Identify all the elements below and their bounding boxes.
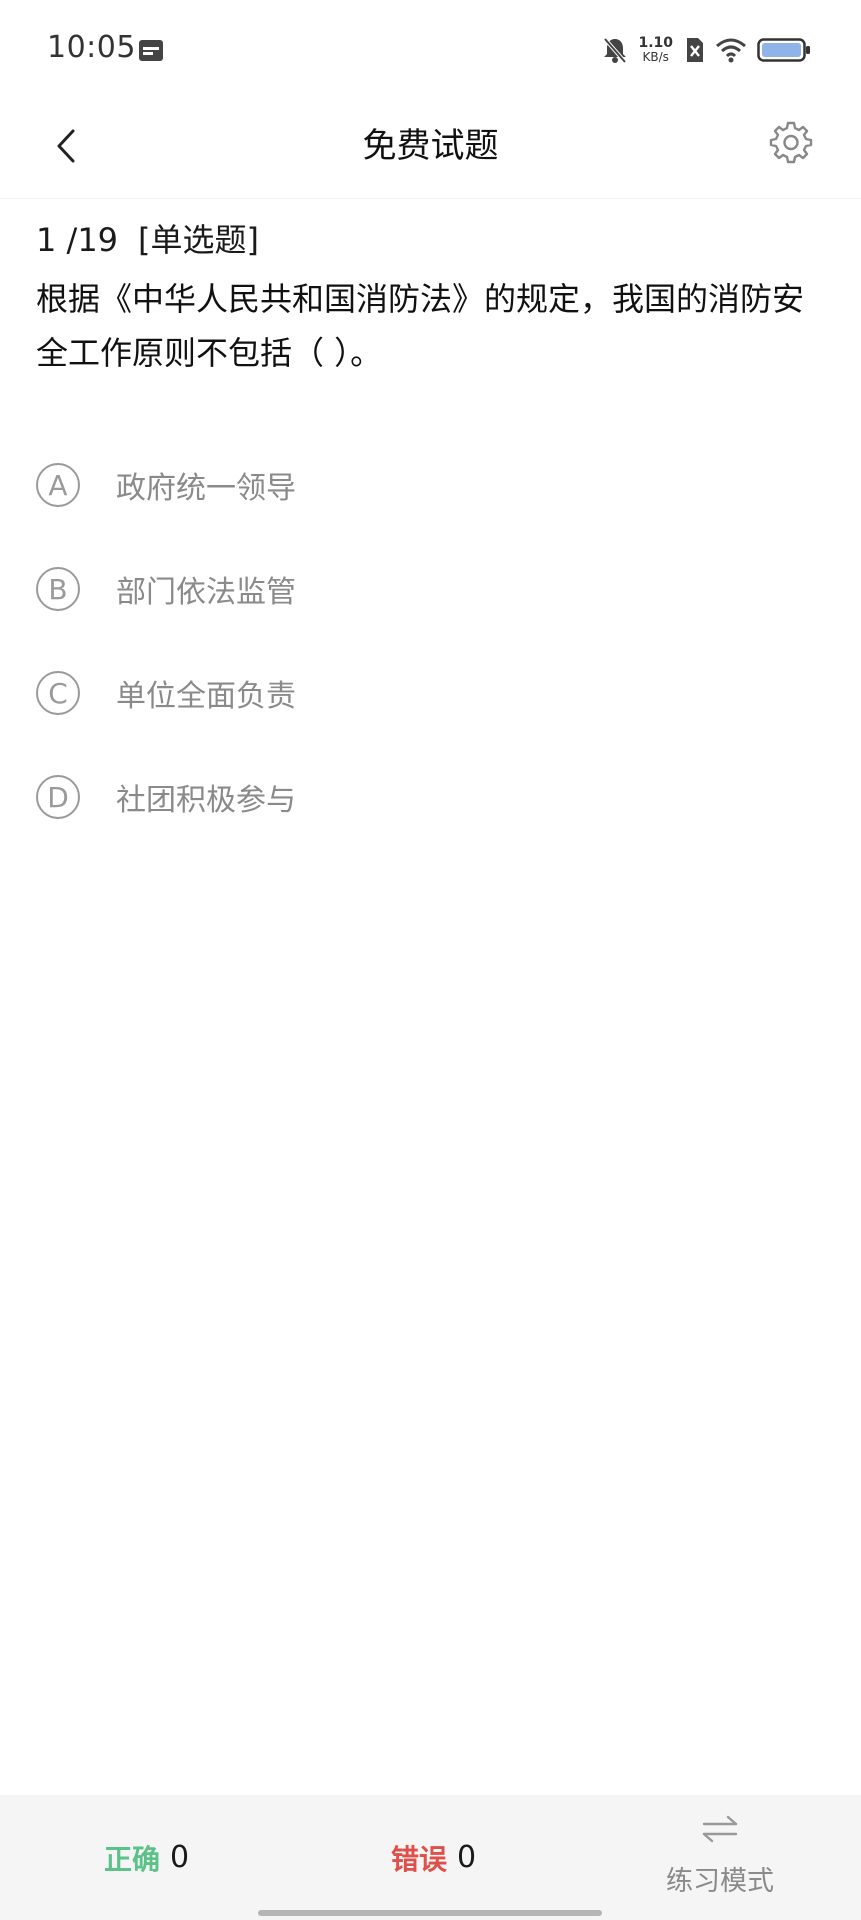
network-speed: 1.10 KB/s [638, 36, 673, 64]
question-number: 1 /19 [36, 221, 119, 259]
wrong-count: 0 [457, 1840, 477, 1875]
correct-count: 0 [170, 1840, 190, 1875]
correct-label: 正确 [104, 1842, 161, 1876]
option-label: 单位全面负责 [116, 679, 296, 714]
speed-value: 1.10 [638, 35, 673, 51]
speed-unit: KB/s [642, 50, 669, 64]
page-title: 免费试题 [362, 126, 499, 166]
option-label: 部门依法监管 [116, 575, 296, 610]
option-label: 社团积极参与 [116, 783, 296, 818]
options-list: A 政府统一领导 B 部门依法监管 C 单位全面负责 D 社团积极参与 [36, 433, 826, 849]
gear-icon [769, 121, 813, 164]
bottom-bar: 正确 0 错误 0 练习模式 [0, 1795, 861, 1920]
settings-button[interactable] [765, 116, 817, 168]
question-text: 根据《中华人民共和国消防法》的规定，我国的消防安全工作原则不包括（ ）。 [36, 280, 805, 372]
option-letter: C [36, 671, 80, 715]
option-d[interactable]: D 社团积极参与 [36, 745, 826, 849]
status-bar: 10:05 1.10 KB/s [0, 0, 861, 100]
swap-arrows-icon [702, 1815, 738, 1843]
correct-stat: 正确 0 [104, 1795, 189, 1920]
calendar-icon [139, 40, 163, 61]
home-indicator[interactable] [258, 1910, 602, 1916]
option-c[interactable]: C 单位全面负责 [36, 641, 826, 745]
wrong-stat: 错误 0 [391, 1795, 476, 1920]
bell-muted-icon [603, 37, 627, 64]
option-letter: D [36, 775, 80, 819]
option-letter: A [36, 463, 80, 507]
wrong-label: 错误 [391, 1842, 448, 1876]
status-time: 10:05 [47, 30, 136, 65]
battery-icon [757, 38, 810, 62]
question-meta: 1 /19 [单选题] [36, 218, 259, 262]
option-a[interactable]: A 政府统一领导 [36, 433, 826, 537]
header: 免费试题 [0, 100, 861, 199]
question-type: [单选题] [138, 221, 260, 259]
option-letter: B [36, 567, 80, 611]
mode-label: 练习模式 [666, 1866, 774, 1897]
wifi-icon [716, 38, 746, 63]
sim-disabled-icon [687, 38, 703, 62]
practice-mode-button[interactable]: 练习模式 [665, 1813, 775, 1898]
status-icons: 1.10 KB/s [602, 30, 811, 70]
option-b[interactable]: B 部门依法监管 [36, 537, 826, 641]
option-label: 政府统一领导 [116, 471, 296, 506]
